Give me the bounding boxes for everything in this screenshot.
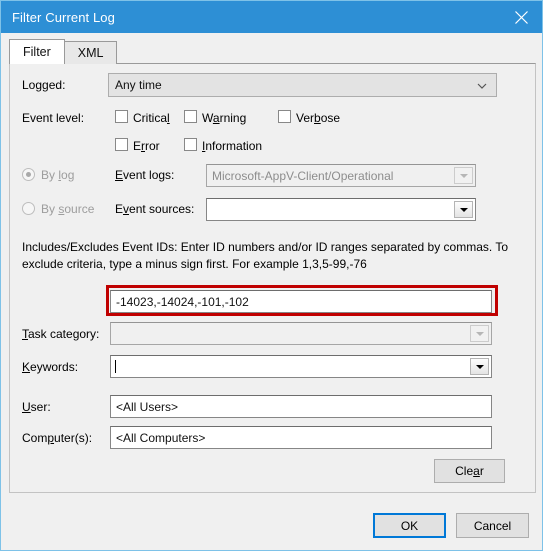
checkbox-critical-label: Critical [133, 111, 170, 125]
event-level-label: Event level: [22, 111, 85, 125]
checkbox-critical[interactable] [115, 110, 128, 123]
text-caret [115, 360, 116, 373]
clear-button[interactable]: Clear [434, 459, 505, 483]
cancel-button-label: Cancel [473, 518, 512, 533]
close-button[interactable] [498, 1, 542, 33]
close-icon [514, 10, 528, 24]
event-logs-combo[interactable]: Microsoft-AppV-Client/Operational [206, 164, 476, 187]
logged-value: Any time [115, 78, 162, 92]
tab-xml-label: XML [77, 46, 104, 60]
checkbox-information-label: Information [202, 139, 263, 153]
event-logs-label: Event logs: [115, 168, 175, 182]
cancel-button[interactable]: Cancel [456, 513, 529, 538]
event-ids-value: -14023,-14024,-101,-102 [116, 294, 249, 309]
keywords-label: Keywords: [22, 360, 79, 374]
computers-label: Computer(s): [22, 431, 93, 445]
radio-by-log[interactable] [22, 168, 35, 181]
clear-button-label: Clear [455, 464, 484, 478]
task-category-label: Task category: [22, 327, 100, 341]
checkbox-warning[interactable] [184, 110, 197, 123]
computers-input[interactable]: <All Computers> [110, 426, 492, 449]
user-input[interactable]: <All Users> [110, 395, 492, 418]
checkbox-warning-label: Warning [202, 111, 247, 125]
filter-current-log-dialog: Filter Current Log Filter XML Logged: An… [0, 0, 543, 551]
dropdown-arrow-icon [454, 201, 473, 218]
keywords-combo[interactable] [110, 355, 492, 378]
radio-by-log-label: By log [41, 168, 75, 182]
checkbox-error[interactable] [115, 138, 128, 151]
ok-button[interactable]: OK [373, 513, 446, 538]
checkbox-information[interactable] [184, 138, 197, 151]
event-sources-label: Event sources: [115, 202, 195, 216]
event-ids-description-line2: exclude criteria, type a minus sign firs… [22, 257, 367, 271]
user-value: <All Users> [116, 399, 179, 414]
event-ids-description-line1: Includes/Excludes Event IDs: Enter ID nu… [22, 240, 509, 254]
filter-tab-panel: Logged: Any time Event level: Critical W… [9, 63, 536, 493]
task-category-combo[interactable] [110, 322, 492, 345]
dropdown-arrow-icon [454, 167, 473, 184]
logged-label: Logged: [22, 78, 66, 92]
dropdown-arrow-icon [470, 358, 489, 375]
event-logs-value: Microsoft-AppV-Client/Operational [212, 168, 394, 183]
radio-by-source-label: By source [41, 202, 95, 216]
chevron-down-icon [477, 80, 487, 90]
radio-by-source[interactable] [22, 202, 35, 215]
user-label: User: [22, 400, 51, 414]
dropdown-arrow-icon [470, 325, 489, 342]
computers-value: <All Computers> [116, 430, 206, 445]
event-ids-description: Includes/Excludes Event IDs: Enter ID nu… [22, 239, 522, 273]
ok-button-label: OK [400, 518, 419, 533]
logged-combo[interactable]: Any time [108, 73, 497, 97]
checkbox-verbose[interactable] [278, 110, 291, 123]
tab-strip: Filter XML [9, 39, 118, 64]
event-ids-input[interactable]: -14023,-14024,-101,-102 [110, 290, 492, 313]
title-bar: Filter Current Log [1, 1, 542, 33]
window-title: Filter Current Log [12, 9, 115, 25]
checkbox-verbose-label: Verbose [296, 111, 341, 125]
checkbox-error-label: Error [133, 139, 160, 153]
event-sources-combo[interactable] [206, 198, 476, 221]
tab-filter-label: Filter [23, 45, 51, 59]
tab-filter[interactable]: Filter [9, 39, 65, 64]
tab-xml[interactable]: XML [63, 41, 118, 64]
